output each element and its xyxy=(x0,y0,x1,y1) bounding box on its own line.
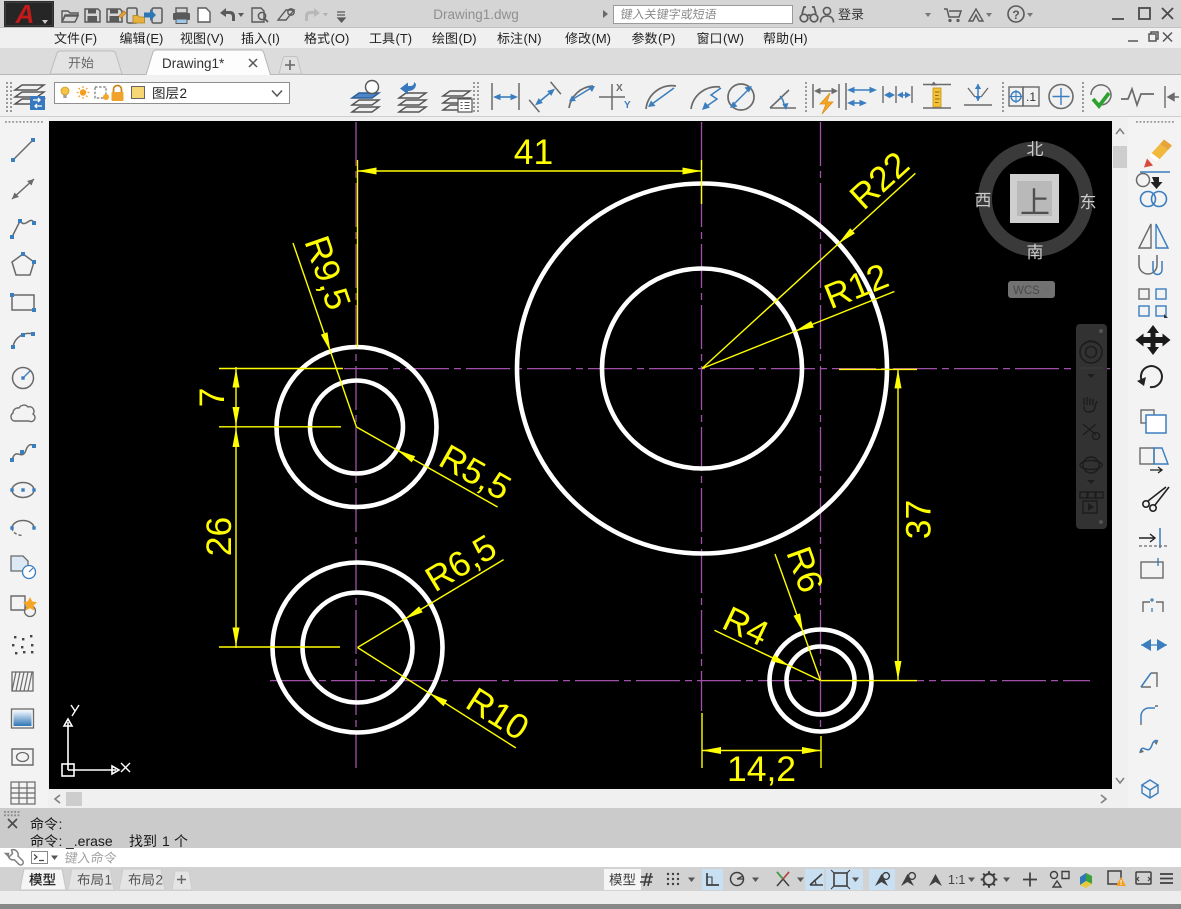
svg-text:37: 37 xyxy=(899,500,939,540)
svg-text:_.erase: _.erase xyxy=(65,833,113,849)
svg-text:(O): (O) xyxy=(331,31,350,46)
svg-text:1: 1 xyxy=(162,833,170,849)
svg-text:41: 41 xyxy=(514,132,554,172)
svg-text:(T): (T) xyxy=(396,31,413,46)
svg-text:(V): (V) xyxy=(207,31,224,46)
svg-text:(F): (F) xyxy=(81,31,98,46)
svg-text:!: ! xyxy=(1120,880,1122,887)
svg-text:(D): (D) xyxy=(459,31,477,46)
svg-text:.1: .1 xyxy=(1026,90,1036,104)
svg-text:(P): (P) xyxy=(658,31,675,46)
svg-text:Drawing1.dwg: Drawing1.dwg xyxy=(433,7,519,22)
svg-text:Y: Y xyxy=(624,100,631,111)
svg-text:(I): (I) xyxy=(268,31,280,46)
svg-text:(E): (E) xyxy=(146,31,163,46)
svg-text:(M): (M) xyxy=(592,31,612,46)
svg-text:(H): (H) xyxy=(790,31,808,46)
svg-text:WCS: WCS xyxy=(1013,285,1040,297)
svg-text:(W): (W) xyxy=(723,31,744,46)
svg-text::: : xyxy=(59,833,63,849)
svg-text:X: X xyxy=(616,83,623,94)
svg-text:(N): (N) xyxy=(524,31,542,46)
svg-text:A: A xyxy=(15,0,35,29)
svg-text:1: 1 xyxy=(105,873,113,888)
svg-text:Drawing1*: Drawing1* xyxy=(162,56,225,71)
svg-text:2: 2 xyxy=(156,873,164,888)
svg-text:?: ? xyxy=(1012,8,1019,22)
svg-text:14,2: 14,2 xyxy=(727,749,796,789)
svg-text:1:1: 1:1 xyxy=(948,873,965,887)
svg-text::: : xyxy=(59,816,63,832)
svg-text:26: 26 xyxy=(199,517,239,557)
svg-text:2: 2 xyxy=(180,86,188,101)
svg-text:7: 7 xyxy=(192,388,232,408)
